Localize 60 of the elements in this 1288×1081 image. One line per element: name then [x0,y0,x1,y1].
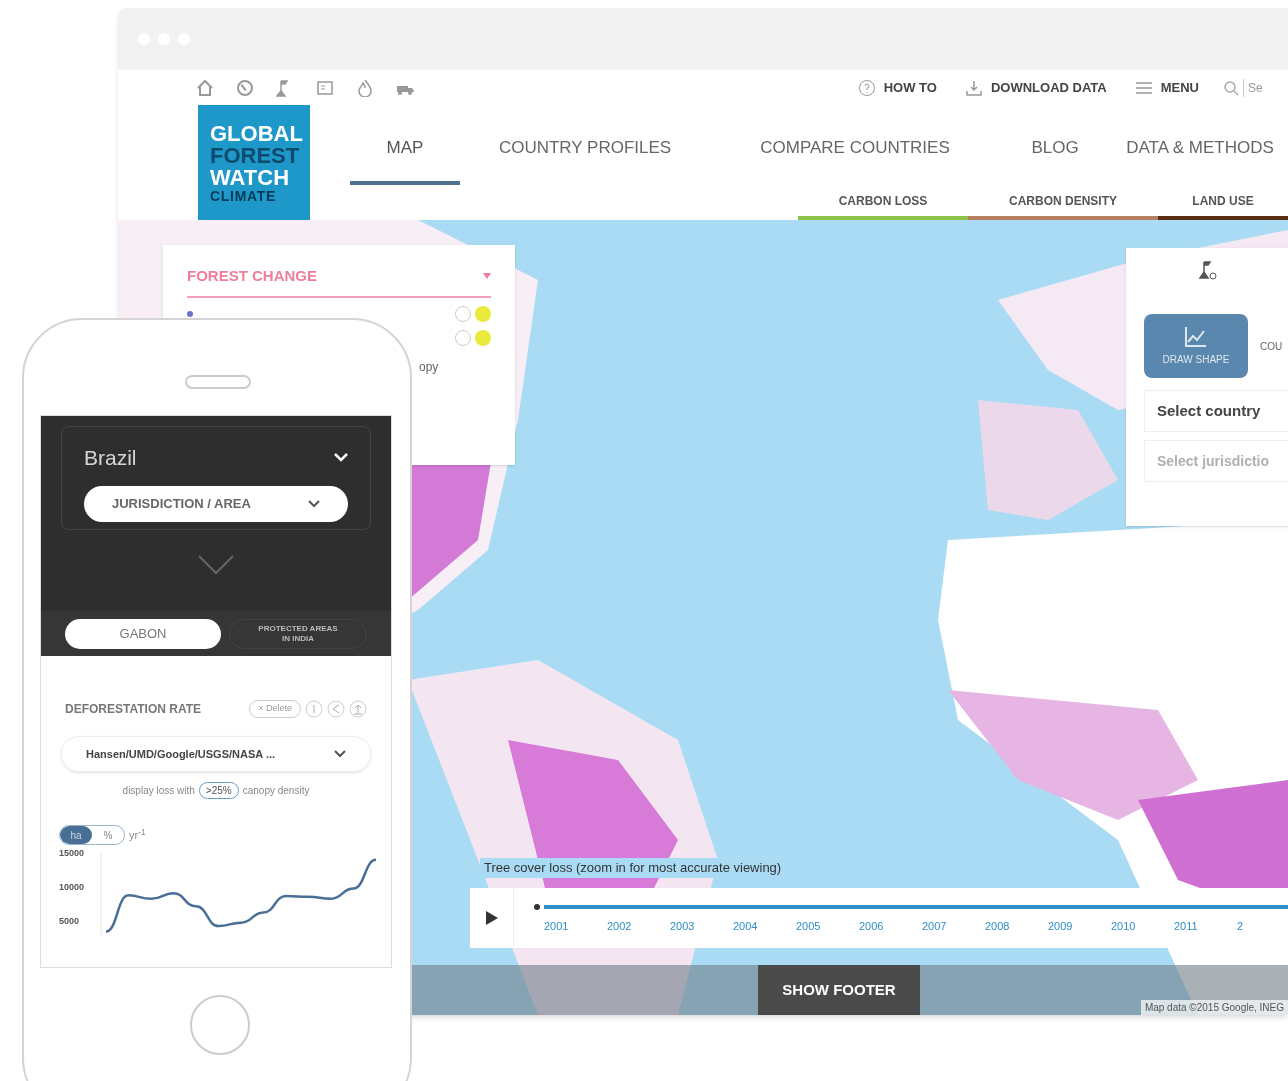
year-label[interactable]: 2006 [859,918,922,935]
widget-title: DEFORESTATION RATE [65,701,201,718]
map-tools-icon[interactable] [1198,260,1220,282]
year-label[interactable]: 2002 [607,918,670,935]
year-label[interactable]: 2011 [1174,918,1237,935]
year-label[interactable]: 2010 [1111,918,1174,935]
info-icon[interactable] [475,305,491,322]
phone-speaker [185,375,251,389]
year-label[interactable]: 2004 [733,918,796,935]
info-icon[interactable] [305,700,323,718]
timeline-handle[interactable] [534,904,540,910]
nav-tab[interactable]: BLOG [1000,135,1110,185]
play-icon [485,911,498,925]
search-icon [1223,79,1239,96]
toolbar-link[interactable]: MENU [1134,77,1199,98]
axis-tick-label: 10000 [59,882,85,893]
toolbar-link[interactable]: HOW TO [857,77,937,98]
year-label[interactable]: 2008 [985,918,1048,935]
draw-shape-button[interactable]: DRAW SHAPE [1144,314,1248,378]
unit-toggle[interactable]: % [92,826,124,844]
chart-icon [1184,325,1208,348]
nav-tab[interactable]: COUNTRY PROFILES [460,135,710,185]
setting-text: display loss with [122,784,195,798]
upload-icon[interactable] [349,700,367,718]
unit-label: yr$^{-1}$ [129,826,146,843]
home-button[interactable] [190,995,250,1055]
chevron-down-icon [308,499,320,508]
nav-tab[interactable]: DATA & METHODS [1110,135,1288,185]
nav-tab[interactable]: COMPARE COUNTRIES [710,135,1000,185]
info-icon[interactable] [475,329,491,346]
year-label[interactable]: 2003 [670,918,733,935]
year-label[interactable]: 2009 [1048,918,1111,935]
show-footer-button[interactable]: SHOW FOOTER [758,965,920,1015]
home-icon[interactable] [196,78,214,97]
map-attribution: Map data ©2015 Google, INEG [1140,1000,1288,1015]
year-label[interactable]: 2 [1237,918,1288,935]
toolbar-link[interactable]: DOWNLOAD DATA [964,77,1107,98]
year-label[interactable]: 2001 [544,918,607,935]
nav-tab[interactable]: MAP [350,135,460,185]
area-tab[interactable]: GABON [65,618,221,649]
jurisdiction-dropdown[interactable]: JURISDICTION / AREA [84,485,348,522]
download-icon [964,78,983,97]
year-label[interactable]: 2007 [922,918,985,935]
unit-toggle[interactable]: ha [60,826,92,844]
layer-label: opy [419,358,439,376]
timeline-track[interactable] [544,905,1288,909]
share-icon[interactable] [327,700,345,718]
year-label[interactable]: 2005 [796,918,859,935]
document-icon[interactable] [316,78,334,97]
axis-tick-label: 15000 [59,848,85,858]
logo[interactable]: GLOBAL FOREST WATCH CLIMATE [198,105,310,220]
country-label[interactable]: Brazil [84,442,137,474]
setting-text: canopy density [242,784,310,798]
panel-title: FOREST CHANGE [187,266,317,286]
panel-tab[interactable]: COU [1260,338,1283,354]
chevron-down-icon [334,750,346,758]
caret-icon[interactable] [483,273,491,280]
axis-tick-label: 5000 [59,916,80,927]
search-field[interactable]: Se [1223,78,1288,97]
help-icon [857,78,876,97]
